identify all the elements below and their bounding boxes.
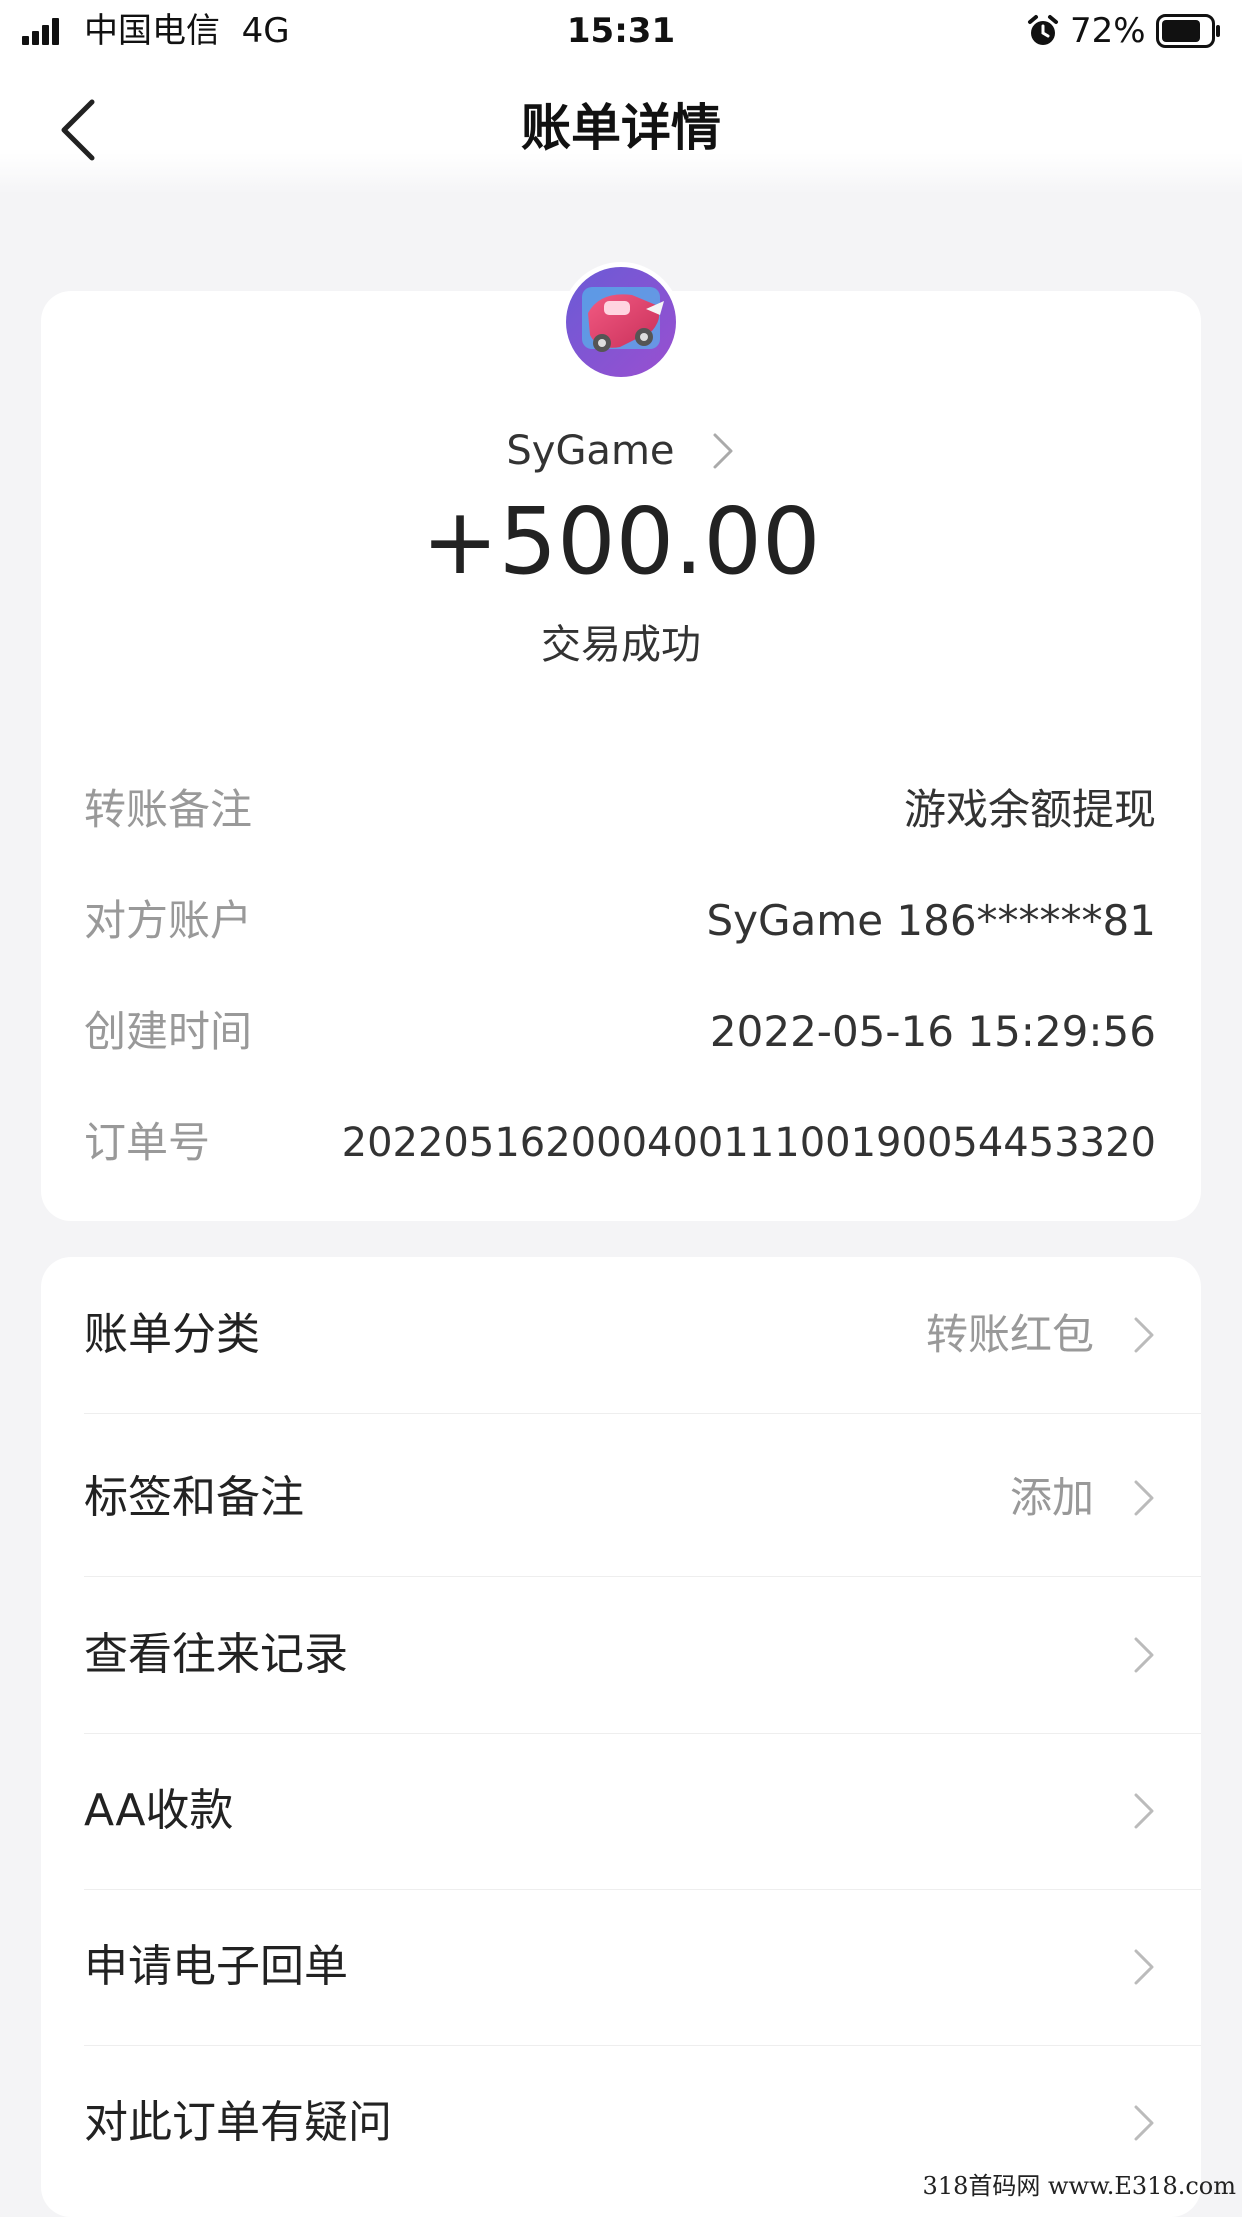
- action-value: 转账红包: [925, 1310, 1094, 1359]
- alarm-icon: [1028, 15, 1058, 45]
- order-number-value[interactable]: 20220516200040011100190054453320: [342, 1113, 1156, 1173]
- payee-link[interactable]: SyGame: [41, 421, 1201, 481]
- detail-value: 游戏余额提现: [903, 785, 1156, 834]
- chevron-right-icon: [1134, 1637, 1154, 1673]
- action-label: 账单分类: [84, 1309, 260, 1360]
- bill-actions-card: 账单分类 转账红包 标签和备注 添加 查看往来记录 AA收款 申请电子回单 对此…: [41, 1257, 1201, 2217]
- detail-value: SyGame 186******81: [706, 896, 1156, 945]
- bill-detail-card: SyGame +500.00 交易成功 转账备注 游戏余额提现 对方账户 SyG…: [41, 262, 1201, 1221]
- action-view-records[interactable]: 查看往来记录: [41, 1577, 1201, 1734]
- detail-label: 对方账户: [84, 896, 253, 945]
- chevron-right-icon: [1134, 1793, 1154, 1829]
- detail-label: 创建时间: [84, 1007, 253, 1056]
- detail-row-order-number: 订单号 20220516200040011100190054453320: [84, 1113, 1156, 1173]
- chevron-right-icon: [713, 433, 733, 469]
- action-value: 添加: [1009, 1473, 1094, 1522]
- transaction-amount: +500.00: [421, 488, 821, 595]
- nav-bar: 账单详情: [0, 62, 1242, 192]
- action-tags-notes[interactable]: 标签和备注 添加: [41, 1420, 1201, 1577]
- transaction-status: 交易成功: [541, 622, 701, 668]
- action-e-receipt[interactable]: 申请电子回单: [41, 1889, 1201, 2046]
- game-app-avatar[interactable]: [560, 261, 682, 383]
- page-title: 账单详情: [521, 99, 721, 157]
- detail-label: 订单号: [84, 1118, 211, 1167]
- watermark: 318首码网 www.E318.com: [922, 2172, 1236, 2200]
- battery-percentage: 72%: [1070, 11, 1146, 51]
- detail-value: 2022-05-16 15:29:56: [709, 1007, 1156, 1056]
- detail-row-created-time: 创建时间 2022-05-16 15:29:56: [84, 1002, 1156, 1062]
- chevron-right-icon: [1134, 1949, 1154, 1985]
- divider: [84, 1413, 1201, 1414]
- action-label: 查看往来记录: [84, 1629, 348, 1680]
- status-bar: 中国电信 4G 15:31 72%: [0, 0, 1242, 62]
- detail-row-account: 对方账户 SyGame 186******81: [84, 891, 1156, 951]
- chevron-right-icon: [1134, 1480, 1154, 1516]
- chevron-right-icon: [1134, 2105, 1154, 2141]
- battery-icon: [1156, 14, 1220, 48]
- chevron-right-icon: [1134, 1317, 1154, 1353]
- action-label: 对此订单有疑问: [84, 2097, 392, 2148]
- action-label: 标签和备注: [84, 1472, 304, 1523]
- action-label: 申请电子回单: [84, 1941, 348, 1992]
- action-label: AA收款: [84, 1785, 234, 1836]
- detail-row-remark: 转账备注 游戏余额提现: [84, 780, 1156, 840]
- payee-name: SyGame: [506, 428, 675, 474]
- detail-label: 转账备注: [84, 785, 253, 834]
- action-bill-category[interactable]: 账单分类 转账红包: [41, 1257, 1201, 1414]
- action-aa-collection[interactable]: AA收款: [41, 1733, 1201, 1890]
